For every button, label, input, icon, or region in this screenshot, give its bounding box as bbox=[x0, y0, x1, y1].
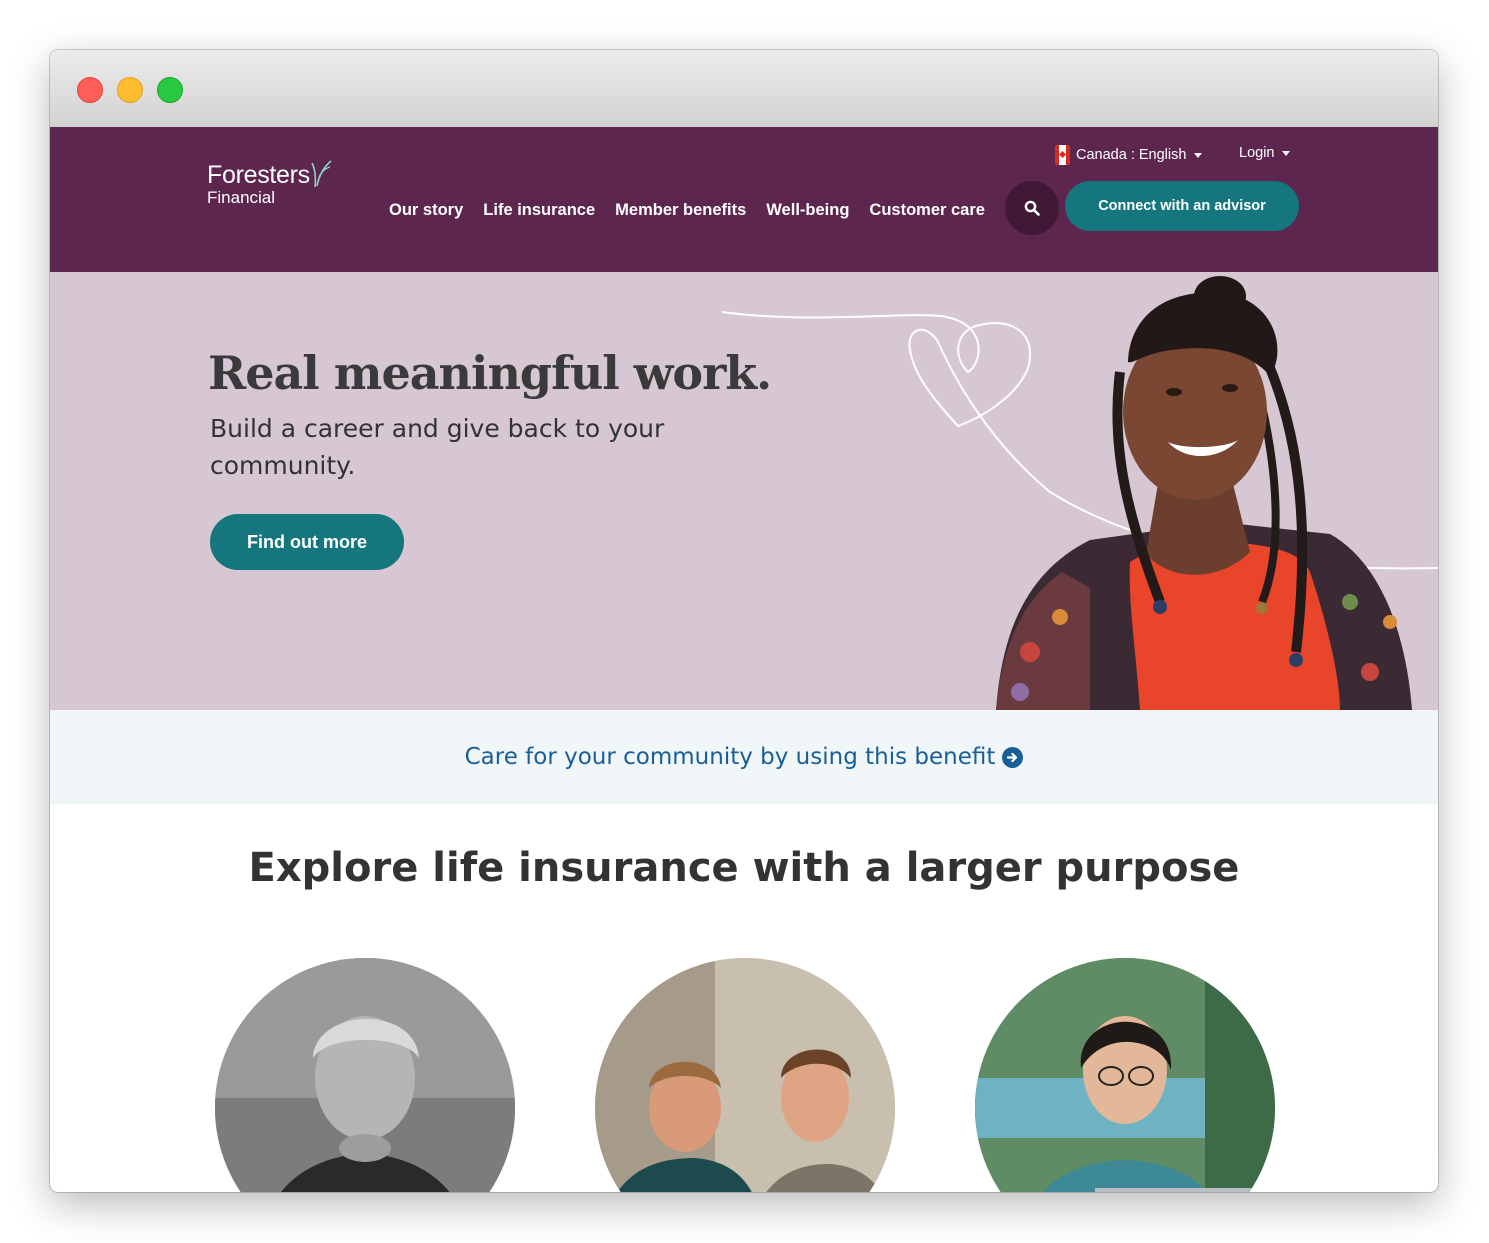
nav-life-insurance[interactable]: Life insurance bbox=[483, 201, 595, 220]
nav-well-being[interactable]: Well-being bbox=[766, 201, 849, 220]
woman-laptop-image[interactable] bbox=[975, 958, 1275, 1192]
browser-window: Foresters Financial Canada : English Log… bbox=[50, 50, 1438, 1192]
logo-subtitle: Financial bbox=[207, 188, 276, 207]
connect-advisor-button[interactable]: Connect with an advisor bbox=[1065, 181, 1299, 231]
benefit-link[interactable]: Care for your community by using this be… bbox=[465, 744, 1024, 770]
foresters-logo[interactable]: Foresters Financial bbox=[207, 160, 332, 207]
canada-flag-icon bbox=[1055, 145, 1070, 165]
logo-wordmark: Foresters bbox=[207, 161, 310, 189]
caret-down-icon bbox=[1282, 150, 1291, 156]
main-nav: Our story Life insurance Member benefits… bbox=[389, 201, 985, 220]
logo-sprout-icon bbox=[311, 160, 332, 188]
historical-portrait-image[interactable] bbox=[215, 958, 515, 1192]
nav-member-benefits[interactable]: Member benefits bbox=[615, 201, 746, 220]
search-button[interactable] bbox=[1005, 181, 1059, 235]
two-men-laptop-image[interactable] bbox=[595, 958, 895, 1192]
benefit-band: Care for your community by using this be… bbox=[50, 710, 1438, 804]
site-header: Foresters Financial Canada : English Log… bbox=[50, 127, 1438, 272]
nav-customer-care[interactable]: Customer care bbox=[869, 201, 985, 220]
nav-our-story[interactable]: Our story bbox=[389, 201, 463, 220]
hero-title: Real meaningful work. bbox=[208, 346, 772, 400]
hero-banner: Real meaningful work. Build a career and… bbox=[50, 272, 1438, 710]
locale-label: Canada : English bbox=[1076, 147, 1187, 163]
benefit-link-text: Care for your community by using this be… bbox=[464, 744, 996, 770]
find-out-more-button[interactable]: Find out more bbox=[210, 514, 404, 570]
section-title: Explore life insurance with a larger pur… bbox=[248, 845, 1240, 891]
caret-down-icon bbox=[1194, 152, 1203, 158]
login-label: Login bbox=[1239, 145, 1275, 161]
close-window-button[interactable] bbox=[77, 77, 103, 103]
arrow-circle-right-icon bbox=[1002, 746, 1024, 768]
login-menu[interactable]: Login bbox=[1239, 145, 1291, 161]
hero-portrait-illustration bbox=[721, 276, 1438, 710]
locale-selector[interactable]: Canada : English bbox=[1055, 145, 1203, 165]
hero-subtitle: Build a career and give back to your com… bbox=[210, 414, 665, 480]
window-titlebar bbox=[50, 50, 1438, 128]
maximize-window-button[interactable] bbox=[157, 77, 183, 103]
web-page: Foresters Financial Canada : English Log… bbox=[50, 127, 1438, 1192]
minimize-window-button[interactable] bbox=[117, 77, 143, 103]
search-icon bbox=[1024, 200, 1040, 216]
